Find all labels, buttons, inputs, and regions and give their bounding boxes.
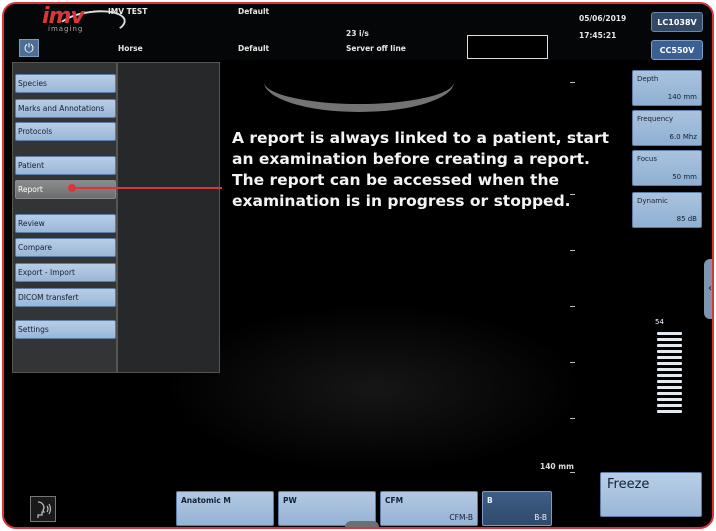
depth-tick <box>570 472 575 473</box>
depth-scale <box>570 82 578 474</box>
gain-bar <box>657 380 682 383</box>
app-window: imv imaging ⏻ IMV TEST Horse Default Def… <box>2 2 714 529</box>
animal-name: Horse <box>118 44 143 53</box>
frequency-control[interactable]: Frequency 6.0 Mhz <box>632 110 702 146</box>
mode-sub-label: B-B <box>534 513 547 522</box>
gain-slider[interactable] <box>657 332 682 417</box>
menu-item-dicom-transfert[interactable]: DICOM transfert <box>15 288 116 307</box>
frame-rate: 23 i/s <box>346 29 369 38</box>
power-icon: ⏻ <box>24 41 34 55</box>
param-value: 6.0 Mhz <box>669 133 697 141</box>
time: 17:45:21 <box>579 31 617 40</box>
callout-text: A report is always linked to a patient, … <box>232 129 610 210</box>
bottom-drawer-handle[interactable]: ︿ <box>345 521 379 529</box>
gain-bar <box>657 398 682 401</box>
depth-tick <box>570 138 575 139</box>
menu-item-compare[interactable]: Compare <box>15 238 116 257</box>
dynamic-control[interactable]: Dynamic 85 dB <box>632 192 702 228</box>
gain-bar <box>657 404 682 407</box>
param-name: Depth <box>637 75 659 83</box>
info-box <box>467 35 548 59</box>
gain-bar <box>657 374 682 377</box>
mode-label: CFM <box>385 496 404 505</box>
gain-value: 54 <box>655 318 664 326</box>
mode-label: B <box>487 496 493 505</box>
gain-bar <box>657 386 682 389</box>
side-panel-tab[interactable]: ‹ <box>704 259 712 319</box>
depth-tick <box>570 82 575 83</box>
gain-bar <box>657 362 682 365</box>
voice-command-button[interactable] <box>30 496 56 522</box>
freeze-button[interactable]: Freeze <box>600 472 702 517</box>
mode-button-anatomic-m[interactable]: Anatomic M <box>176 491 274 526</box>
exam-title: IMV TEST <box>108 7 148 16</box>
gain-bar <box>657 350 682 353</box>
depth-label: 140 mm <box>540 462 574 471</box>
focus-control[interactable]: Focus 50 mm <box>632 150 702 186</box>
chevron-up-icon: ︿ <box>357 523 367 529</box>
param-value: 50 mm <box>672 173 697 181</box>
gain-bar <box>657 338 682 341</box>
param-value: 85 dB <box>676 215 697 223</box>
menu-item-report[interactable]: Report <box>15 180 116 199</box>
gain-bar <box>657 410 682 413</box>
gain-bar <box>657 332 682 335</box>
menu-item-species[interactable]: Species <box>15 74 116 93</box>
probe-button-1[interactable]: LC1038V <box>651 12 703 32</box>
param-name: Focus <box>637 155 657 163</box>
image-haze <box>164 304 584 474</box>
power-button[interactable]: ⏻ <box>19 39 39 57</box>
menu-item-settings[interactable]: Settings <box>15 320 116 339</box>
mode-sub-label: CFM-B <box>449 513 473 522</box>
chevron-left-icon: ‹ <box>708 283 712 294</box>
depth-tick <box>570 194 575 195</box>
menu-item-patient[interactable]: Patient <box>15 156 116 175</box>
date: 05/06/2019 <box>579 14 627 23</box>
menu-item-marks-annotations[interactable]: Marks and Annotations <box>15 99 116 118</box>
menu-item-protocols[interactable]: Protocols <box>15 122 116 141</box>
param-name: Dynamic <box>637 197 668 205</box>
gain-bar <box>657 356 682 359</box>
param-name: Frequency <box>637 115 674 123</box>
bottom-indicator-line <box>304 528 464 529</box>
preset-top: Default <box>238 7 270 16</box>
gain-bar <box>657 392 682 395</box>
depth-tick <box>570 250 575 251</box>
callout-line <box>72 187 222 189</box>
submenu-panel <box>117 62 220 373</box>
voice-command-icon <box>37 501 52 518</box>
mode-label: Anatomic M <box>181 496 231 505</box>
probe-fan-arc <box>264 52 454 112</box>
probe-button-2[interactable]: CC550V <box>651 40 703 60</box>
logo-subtitle: imaging <box>48 25 84 33</box>
depth-tick <box>570 418 575 419</box>
gain-bar <box>657 344 682 347</box>
depth-tick <box>570 362 575 363</box>
depth-control[interactable]: Depth 140 mm <box>632 70 702 106</box>
menu-item-export-import[interactable]: Export - Import <box>15 263 116 282</box>
mode-button-b[interactable]: B B-B <box>482 491 552 526</box>
depth-tick <box>570 306 575 307</box>
mode-label: PW <box>283 496 297 505</box>
mode-button-cfm[interactable]: CFM CFM-B <box>380 491 478 526</box>
gain-bar <box>657 368 682 371</box>
menu-item-review[interactable]: Review <box>15 214 116 233</box>
param-value: 140 mm <box>667 93 697 101</box>
